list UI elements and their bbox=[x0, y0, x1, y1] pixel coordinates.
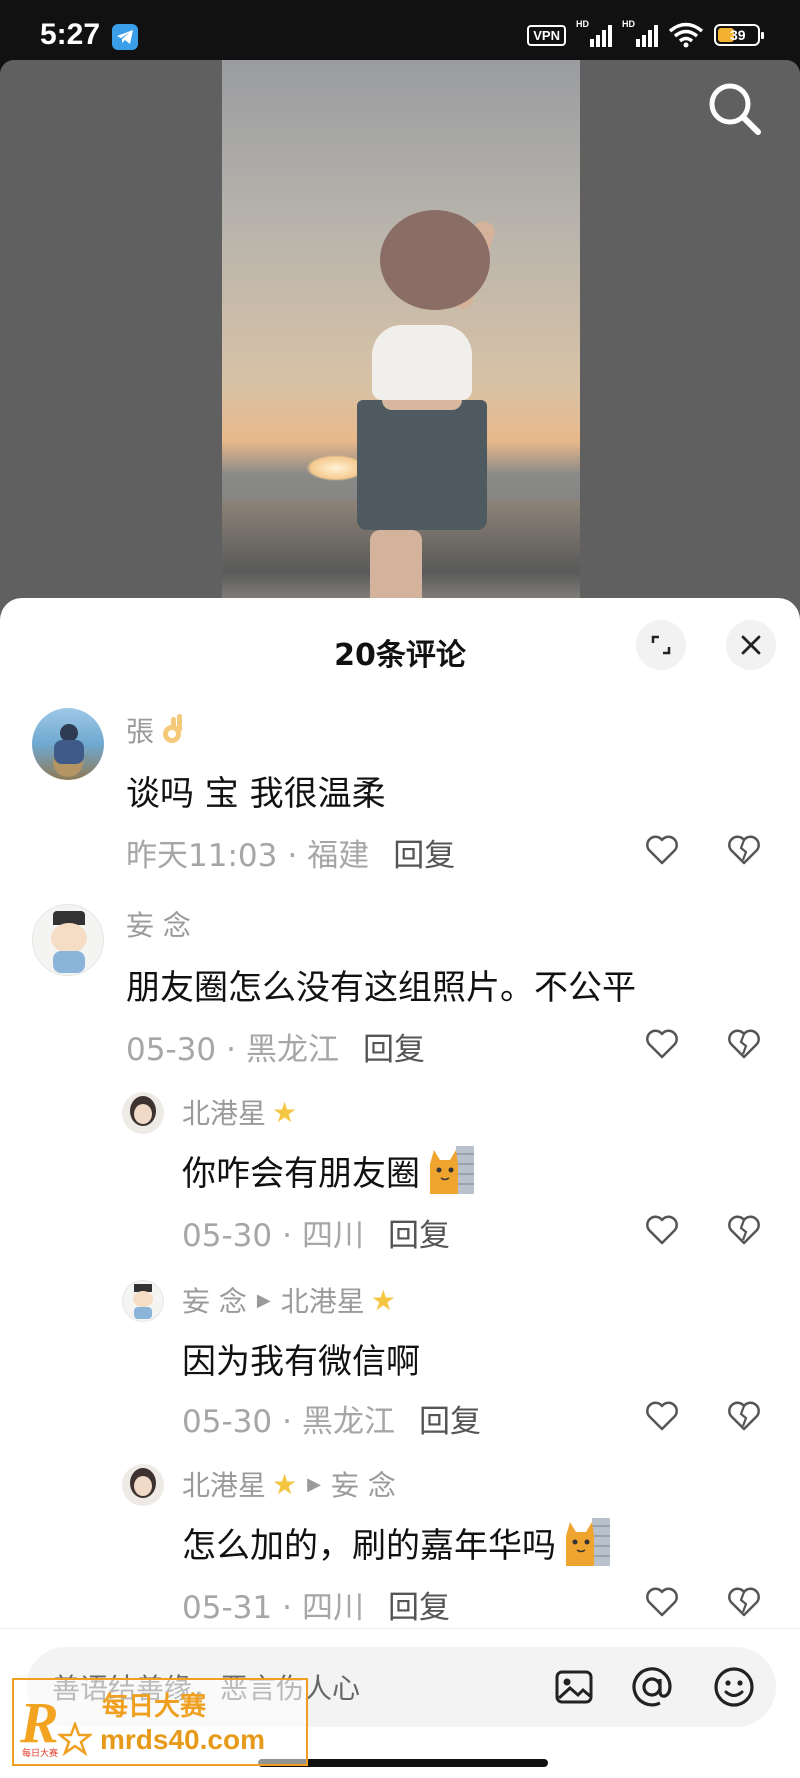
watermark-title: 每日大赛 bbox=[102, 1692, 207, 1722]
reply-to-name[interactable]: 北港星 bbox=[281, 1280, 365, 1320]
star-icon bbox=[58, 1722, 92, 1756]
avatar[interactable] bbox=[122, 1092, 164, 1134]
reply-button[interactable]: 回复 bbox=[393, 838, 455, 874]
wifi-icon bbox=[668, 22, 704, 48]
reply-button[interactable]: 回复 bbox=[363, 1032, 425, 1068]
emoji-icon[interactable] bbox=[712, 1665, 756, 1709]
status-time: 5:27 bbox=[40, 18, 101, 51]
reply-to-name[interactable]: 妄 念 bbox=[331, 1464, 396, 1504]
ok-hand-icon bbox=[163, 714, 183, 743]
battery-icon: 39 bbox=[714, 24, 764, 46]
close-button[interactable] bbox=[726, 620, 776, 670]
author-name: 妄 念 bbox=[126, 909, 191, 942]
comment-author[interactable]: 妄 念 ▶ 北港星 ★ bbox=[182, 1280, 396, 1320]
comment-date: 昨天11:03 bbox=[126, 838, 278, 874]
comment-location: 黑龙江 bbox=[301, 1404, 395, 1440]
close-icon bbox=[741, 635, 761, 655]
comment-meta: 05-30 · 黑龙江 回复 bbox=[126, 1032, 425, 1068]
broken-heart-icon[interactable] bbox=[726, 1398, 762, 1434]
reply-arrow-icon: ▶ bbox=[307, 1473, 321, 1495]
comment-location: 黑龙江 bbox=[245, 1032, 339, 1068]
comment-meta: 05-30 · 黑龙江 回复 bbox=[182, 1404, 481, 1440]
vpn-badge: VPN bbox=[527, 24, 566, 46]
battery-level: 39 bbox=[730, 27, 746, 43]
star-icon: ★ bbox=[272, 1095, 298, 1129]
star-icon: ★ bbox=[272, 1467, 298, 1501]
image-icon[interactable] bbox=[552, 1665, 596, 1709]
comment-text: 怎么加的，刷的嘉年华吗 bbox=[182, 1516, 612, 1568]
reply-button[interactable]: 回复 bbox=[388, 1218, 450, 1254]
video-area[interactable] bbox=[0, 60, 800, 620]
heart-icon[interactable] bbox=[644, 1212, 680, 1248]
comment-location: 四川 bbox=[301, 1218, 364, 1254]
cat-wall-emoji-icon bbox=[566, 1518, 610, 1566]
avatar[interactable] bbox=[32, 904, 104, 976]
comment-location: 四川 bbox=[301, 1590, 364, 1626]
author-name: 北港星 bbox=[182, 1469, 267, 1502]
search-icon[interactable] bbox=[704, 78, 764, 138]
broken-heart-icon[interactable] bbox=[726, 1026, 762, 1062]
comment-meta: 05-30 · 四川 回复 bbox=[182, 1218, 450, 1254]
hd-label: HD bbox=[576, 19, 589, 29]
telegram-icon bbox=[112, 24, 138, 50]
author-name: 北港星 bbox=[182, 1097, 267, 1130]
comment-author[interactable]: 北港星 ★ ▶ 妄 念 bbox=[182, 1464, 396, 1504]
broken-heart-icon[interactable] bbox=[726, 1584, 762, 1620]
comment-meta: 昨天11:03 · 福建 回复 bbox=[126, 838, 456, 874]
reply-arrow-icon: ▶ bbox=[256, 1289, 271, 1311]
heart-icon[interactable] bbox=[644, 832, 680, 868]
watermark-logo: R 每日大赛 mrds40.com 每日大赛 bbox=[12, 1678, 308, 1766]
heart-icon[interactable] bbox=[644, 1026, 680, 1062]
comment-author[interactable]: 北港星 ★ bbox=[182, 1092, 297, 1132]
reply-button[interactable]: 回复 bbox=[388, 1590, 450, 1626]
broken-heart-icon[interactable] bbox=[726, 1212, 762, 1248]
author-name: 張 bbox=[126, 715, 155, 748]
heart-icon[interactable] bbox=[644, 1584, 680, 1620]
comment-meta: 05-31 · 四川 回复 bbox=[182, 1590, 450, 1626]
at-icon[interactable] bbox=[630, 1665, 674, 1709]
expand-button[interactable] bbox=[636, 620, 686, 670]
comment-date: 05-30 bbox=[182, 1404, 273, 1440]
expand-icon bbox=[651, 635, 671, 655]
avatar[interactable] bbox=[32, 708, 104, 780]
comment-author[interactable]: 妄 念 bbox=[126, 904, 191, 944]
broken-heart-icon[interactable] bbox=[726, 832, 762, 868]
hd-label: HD bbox=[622, 19, 635, 29]
star-icon: ★ bbox=[370, 1283, 396, 1317]
video-photo bbox=[222, 60, 580, 620]
comment-location: 福建 bbox=[307, 838, 370, 874]
avatar[interactable] bbox=[122, 1280, 164, 1322]
comment-text: 因为我有微信啊 bbox=[182, 1342, 420, 1382]
comment-date: 05-30 bbox=[182, 1218, 273, 1254]
signal-icon: HD bbox=[622, 19, 658, 47]
author-name: 妄 念 bbox=[182, 1285, 247, 1318]
heart-icon[interactable] bbox=[644, 1398, 680, 1434]
comment-author[interactable]: 張 bbox=[126, 710, 188, 750]
comment-date: 05-30 bbox=[126, 1032, 217, 1068]
signal-icon: HD bbox=[576, 19, 612, 47]
cat-wall-emoji-icon bbox=[430, 1146, 474, 1194]
comments-sheet: 20条评论 張 谈吗 宝 我很温柔 昨天11:03 · 福建 回复 妄 念 朋友… bbox=[0, 598, 800, 1778]
comment-text: 朋友圈怎么没有这组照片。不公平 bbox=[126, 968, 636, 1008]
reply-button[interactable]: 回复 bbox=[419, 1404, 481, 1440]
comment-text: 你咋会有朋友圈 bbox=[182, 1144, 476, 1196]
comment-text-content: 怎么加的，刷的嘉年华吗 bbox=[182, 1525, 556, 1566]
watermark-small: 每日大赛 bbox=[22, 1749, 59, 1759]
comment-date: 05-31 bbox=[182, 1590, 273, 1626]
watermark-url: mrds40.com bbox=[100, 1724, 265, 1755]
comment-text-content: 你咋会有朋友圈 bbox=[182, 1153, 420, 1194]
comment-text: 谈吗 宝 我很温柔 bbox=[126, 774, 386, 814]
avatar[interactable] bbox=[122, 1464, 164, 1506]
